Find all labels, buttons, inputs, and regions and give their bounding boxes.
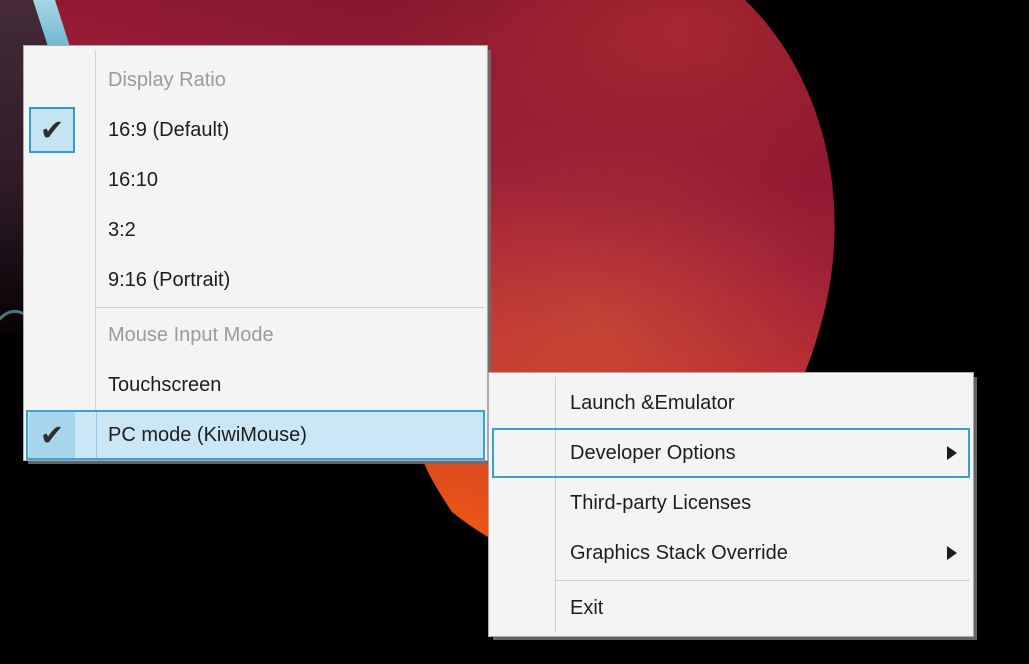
- menu-header-display-ratio: Display Ratio: [24, 55, 487, 105]
- menu-item-label: Third-party Licenses: [570, 492, 751, 514]
- menu-item-graphics-stack-override[interactable]: Graphics Stack Override: [489, 528, 973, 578]
- menu-item-label: PC mode (KiwiMouse): [108, 424, 307, 446]
- checkmark-icon: ✔: [31, 414, 73, 456]
- menu-item-label: 9:16 (Portrait): [108, 269, 230, 291]
- tray-context-menu: Launch &Emulator Developer Options Third…: [488, 372, 974, 637]
- menu-item-label: Launch &Emulator: [570, 392, 735, 414]
- menu-item-exit[interactable]: Exit: [489, 583, 973, 633]
- menu-item-16-9-default[interactable]: ✔ 16:9 (Default): [24, 105, 487, 155]
- check-column-divider: [96, 412, 97, 458]
- menu-item-label: Graphics Stack Override: [570, 542, 788, 564]
- checkbox: ✔: [29, 412, 75, 458]
- menu-item-label: Touchscreen: [108, 374, 221, 396]
- menu-item-3-2[interactable]: 3:2: [24, 205, 487, 255]
- menu-header-label: Display Ratio: [108, 69, 226, 91]
- menu-header-mouse-input-mode: Mouse Input Mode: [24, 310, 487, 360]
- menu-item-pc-mode-kiwimouse[interactable]: ✔ PC mode (KiwiMouse): [26, 410, 485, 460]
- checkbox: ✔: [29, 107, 75, 153]
- menu-item-9-16-portrait[interactable]: 9:16 (Portrait): [24, 255, 487, 305]
- desktop: Display Ratio ✔ 16:9 (Default) 16:10 3:2…: [0, 0, 1029, 664]
- submenu-arrow-icon: [947, 446, 957, 460]
- menu-item-16-10[interactable]: 16:10: [24, 155, 487, 205]
- menu-header-label: Mouse Input Mode: [108, 324, 274, 346]
- submenu-arrow-icon: [947, 546, 957, 560]
- menu-item-touchscreen[interactable]: Touchscreen: [24, 360, 487, 410]
- checkmark-icon: ✔: [31, 109, 73, 151]
- menu-item-label: 16:10: [108, 169, 158, 191]
- settings-submenu: Display Ratio ✔ 16:9 (Default) 16:10 3:2…: [23, 45, 488, 461]
- menu-item-label: 16:9 (Default): [108, 119, 229, 141]
- menu-item-label: 3:2: [108, 219, 136, 241]
- menu-item-label: Developer Options: [570, 442, 736, 464]
- menu-item-launch-emulator[interactable]: Launch &Emulator: [489, 378, 973, 428]
- menu-item-developer-options[interactable]: Developer Options: [492, 428, 970, 478]
- menu-item-third-party-licenses[interactable]: Third-party Licenses: [489, 478, 973, 528]
- menu-item-label: Exit: [570, 597, 603, 619]
